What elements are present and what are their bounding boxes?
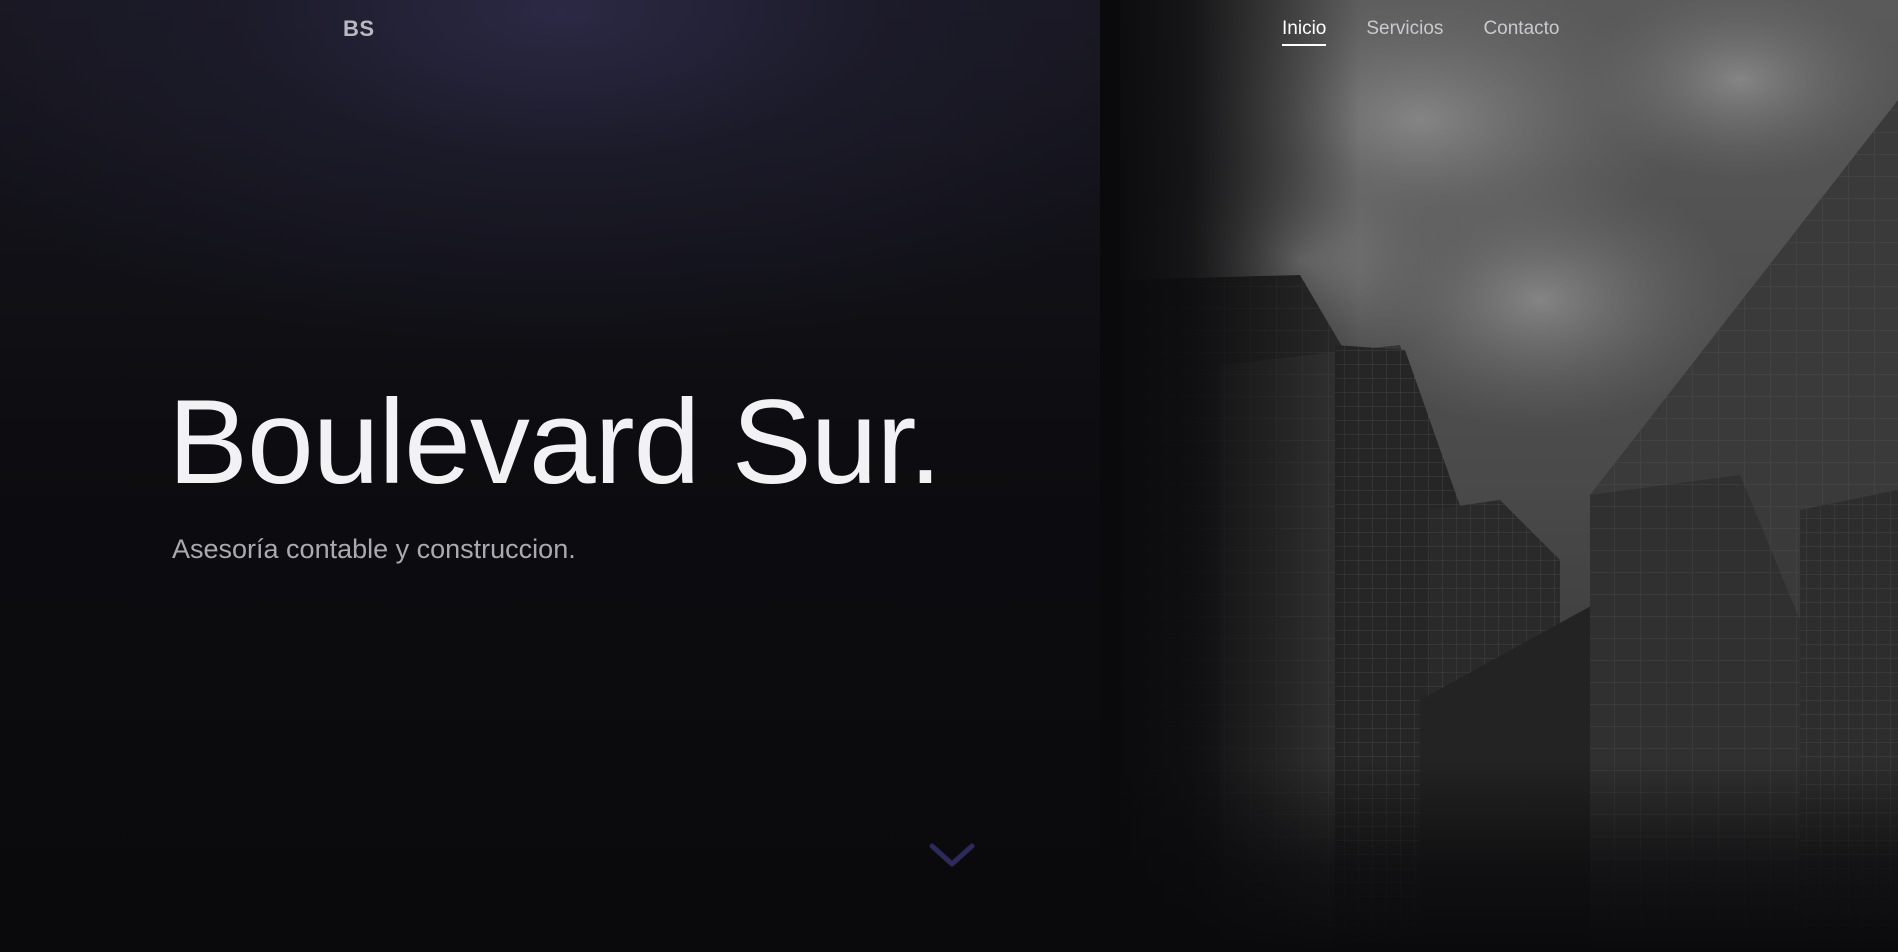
hero-subtitle: Asesoría contable y construccion. (172, 534, 576, 564)
photo-fade-bottom (1120, 760, 1898, 952)
chevron-down-icon (929, 843, 975, 867)
scroll-down-button[interactable] (928, 840, 976, 872)
hero-section: BS Inicio Servicios Contacto Boulevard S… (0, 0, 1898, 952)
nav-link-servicios[interactable]: Servicios (1366, 18, 1443, 46)
hero-title: Boulevard Sur. (168, 375, 942, 509)
logo[interactable]: BS (343, 16, 375, 42)
nav-link-inicio[interactable]: Inicio (1282, 18, 1327, 46)
main-nav: Inicio Servicios Contacto (1282, 18, 1559, 46)
nav-link-contacto[interactable]: Contacto (1483, 18, 1559, 46)
